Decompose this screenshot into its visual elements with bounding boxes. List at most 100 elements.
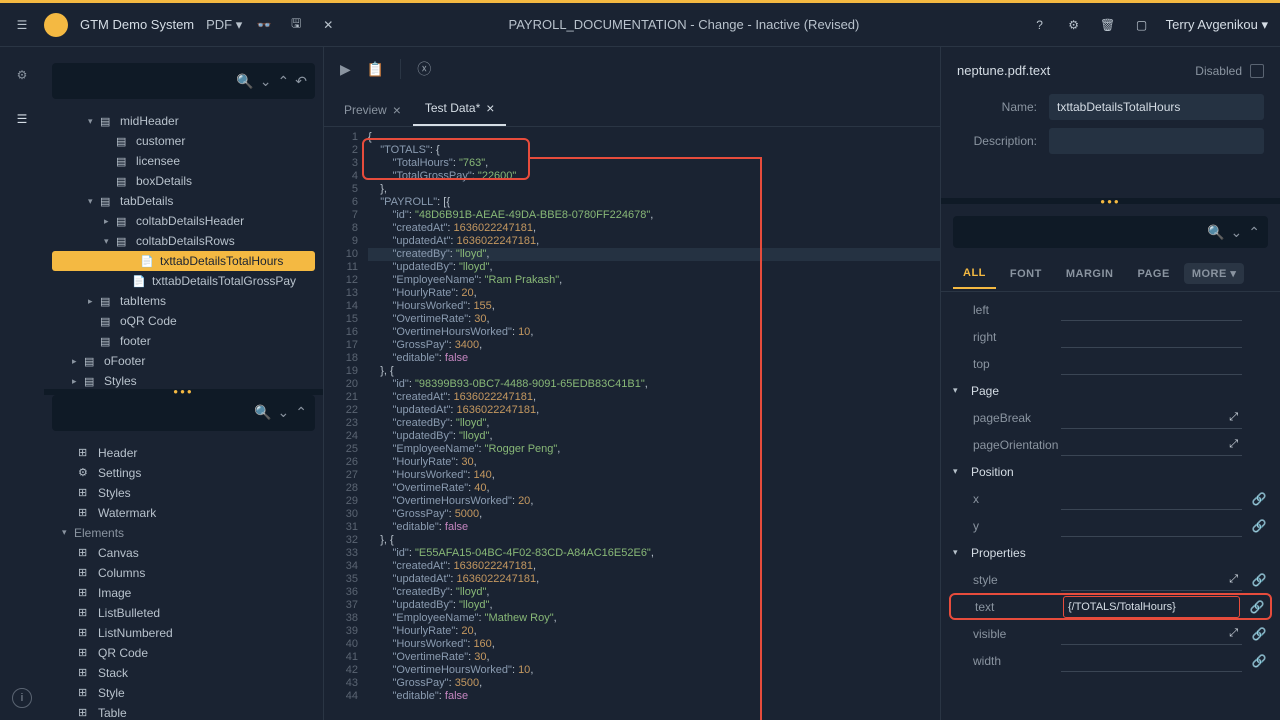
link-icon[interactable]: 🔗 bbox=[1248, 598, 1266, 616]
palette-item[interactable]: ⚙Settings bbox=[44, 463, 323, 483]
undo-icon[interactable]: ↶ bbox=[295, 73, 307, 90]
prop-tab[interactable]: PAGE bbox=[1127, 260, 1179, 288]
gear-icon[interactable]: ⚙ bbox=[10, 63, 34, 87]
expand-up-icon[interactable]: ⌃ bbox=[1248, 224, 1260, 241]
pdf-badge[interactable]: PDF ▾ bbox=[206, 17, 242, 33]
palette-item[interactable]: ▾Elements bbox=[44, 523, 323, 543]
prop-value[interactable] bbox=[1061, 299, 1242, 321]
prop-search-input[interactable] bbox=[961, 225, 1201, 240]
tab[interactable]: Test Data*× bbox=[413, 92, 507, 126]
description-field[interactable] bbox=[1049, 128, 1264, 154]
prop-tab[interactable]: ALL bbox=[953, 259, 996, 289]
hamburger-icon[interactable]: ☰ bbox=[12, 15, 32, 35]
clear-icon[interactable]: ⓧ bbox=[417, 59, 431, 79]
expand-up-icon[interactable]: ⌃ bbox=[278, 73, 290, 90]
link-icon[interactable]: 🔗 bbox=[1250, 625, 1268, 643]
prop-group[interactable]: ▾Position bbox=[941, 458, 1280, 485]
palette-item[interactable]: ⊞Style bbox=[44, 683, 323, 703]
tree-item[interactable]: ▤licensee bbox=[44, 151, 323, 171]
link-icon[interactable]: 🔗 bbox=[1250, 652, 1268, 670]
link-icon[interactable]: 🔗 bbox=[1250, 490, 1268, 508]
palette-item[interactable]: ⊞ListBulleted bbox=[44, 603, 323, 623]
palette-item[interactable]: ⊞Stack bbox=[44, 663, 323, 683]
prop-value[interactable] bbox=[1061, 353, 1242, 375]
tree-item[interactable]: ▤boxDetails bbox=[44, 171, 323, 191]
tree-item[interactable]: ▸▤oFooter bbox=[44, 351, 323, 371]
palette-item[interactable]: ⊞Table bbox=[44, 703, 323, 720]
splitter[interactable]: ●●● bbox=[44, 389, 323, 395]
tree-item[interactable]: ▾▤midHeader bbox=[44, 111, 323, 131]
tree-item[interactable]: ▤oQR Code bbox=[44, 311, 323, 331]
prop-value[interactable]: {/TOTALS/TotalHours} bbox=[1063, 596, 1240, 618]
tools-icon[interactable]: ✕ bbox=[318, 15, 338, 35]
prop-value[interactable] bbox=[1061, 515, 1242, 537]
prop-value[interactable]: ⤢ bbox=[1061, 434, 1242, 456]
help-icon[interactable]: ? bbox=[1030, 15, 1050, 35]
prop-list: leftrighttop▾PagepageBreak⤢pageOrientati… bbox=[941, 292, 1280, 720]
tree-item[interactable]: ▾▤coltabDetailsRows bbox=[44, 231, 323, 251]
expand-icon[interactable]: ⤢ bbox=[1229, 438, 1238, 451]
trash-icon[interactable]: 🗑 bbox=[1098, 15, 1118, 35]
expand-icon[interactable]: ⤢ bbox=[1229, 627, 1238, 640]
palette-item[interactable]: ⊞Canvas bbox=[44, 543, 323, 563]
tree-item[interactable]: 📄txttabDetailsTotalHours bbox=[52, 251, 315, 271]
page-title: PAYROLL_DOCUMENTATION - Change - Inactiv… bbox=[338, 17, 1029, 32]
panel-icon[interactable]: ▢ bbox=[1132, 15, 1152, 35]
tree-item[interactable]: ▤footer bbox=[44, 331, 323, 351]
name-field[interactable] bbox=[1049, 94, 1264, 120]
search-icon[interactable]: 🔍 bbox=[254, 404, 271, 421]
palette-item[interactable]: ⊞Styles bbox=[44, 483, 323, 503]
list-icon[interactable]: ☰ bbox=[10, 107, 34, 131]
close-icon[interactable]: × bbox=[393, 102, 401, 118]
close-icon[interactable]: × bbox=[486, 100, 494, 116]
tree-item[interactable]: ▸▤tabItems bbox=[44, 291, 323, 311]
code-editor[interactable]: 1234567891011121314151617181920212223242… bbox=[324, 127, 940, 720]
prop-value[interactable] bbox=[1061, 488, 1242, 510]
clipboard-icon[interactable]: 📋 bbox=[367, 61, 384, 78]
disabled-checkbox[interactable] bbox=[1250, 64, 1264, 78]
expand-icon[interactable]: ⤢ bbox=[1229, 411, 1238, 424]
palette-item[interactable]: ⊞ListNumbered bbox=[44, 623, 323, 643]
expand-icon[interactable]: ⤢ bbox=[1229, 573, 1238, 586]
username[interactable]: Terry Avgenikou ▾ bbox=[1166, 17, 1268, 33]
prop-value[interactable]: ⤢ bbox=[1061, 407, 1242, 429]
link-icon[interactable]: 🔗 bbox=[1250, 517, 1268, 535]
settings-icon[interactable]: ⚙ bbox=[1064, 15, 1084, 35]
tree-search-input[interactable] bbox=[60, 74, 230, 88]
palette-item[interactable]: ⊞Columns bbox=[44, 563, 323, 583]
splitter[interactable]: ●●● bbox=[941, 198, 1280, 204]
prop-tab[interactable]: FONT bbox=[1000, 260, 1052, 288]
palette-item[interactable]: ⊞Watermark bbox=[44, 503, 323, 523]
expand-down-icon[interactable]: ⌄ bbox=[1231, 224, 1243, 241]
expand-up-icon[interactable]: ⌃ bbox=[295, 404, 307, 421]
palette-item[interactable]: ⊞QR Code bbox=[44, 643, 323, 663]
search-icon[interactable]: 🔍 bbox=[1207, 224, 1224, 241]
tree-item[interactable]: ▸▤coltabDetailsHeader bbox=[44, 211, 323, 231]
prop-value[interactable]: ⤢ bbox=[1061, 623, 1242, 645]
run-icon[interactable]: ▶ bbox=[340, 61, 351, 78]
info-icon[interactable]: i bbox=[12, 688, 32, 708]
expand-down-icon[interactable]: ⌄ bbox=[260, 73, 272, 90]
tree-item[interactable]: ▤customer bbox=[44, 131, 323, 151]
save-icon[interactable]: 🖫 bbox=[286, 15, 306, 35]
avatar[interactable] bbox=[44, 13, 68, 37]
palette-item[interactable]: ⊞Image bbox=[44, 583, 323, 603]
prop-tab[interactable]: MORE ▾ bbox=[1184, 263, 1245, 284]
palette-item[interactable]: ⊞Header bbox=[44, 443, 323, 463]
glasses-icon[interactable]: 👓 bbox=[254, 15, 274, 35]
expand-down-icon[interactable]: ⌄ bbox=[278, 404, 290, 421]
tree-item[interactable]: ▸▤Styles bbox=[44, 371, 323, 389]
search-icon[interactable]: 🔍 bbox=[236, 73, 253, 90]
prop-value[interactable] bbox=[1061, 650, 1242, 672]
link-icon[interactable]: 🔗 bbox=[1250, 571, 1268, 589]
tab[interactable]: Preview× bbox=[332, 94, 413, 126]
tree-item[interactable]: ▾▤tabDetails bbox=[44, 191, 323, 211]
prop-group[interactable]: ▾Page bbox=[941, 377, 1280, 404]
palette-search-input[interactable] bbox=[60, 406, 248, 420]
prop-row: x🔗 bbox=[941, 485, 1280, 512]
prop-value[interactable] bbox=[1061, 326, 1242, 348]
prop-group[interactable]: ▾Properties bbox=[941, 539, 1280, 566]
prop-value[interactable]: ⤢ bbox=[1061, 569, 1242, 591]
prop-tab[interactable]: MARGIN bbox=[1056, 260, 1124, 288]
tree-item[interactable]: 📄txttabDetailsTotalGrossPay bbox=[44, 271, 323, 291]
